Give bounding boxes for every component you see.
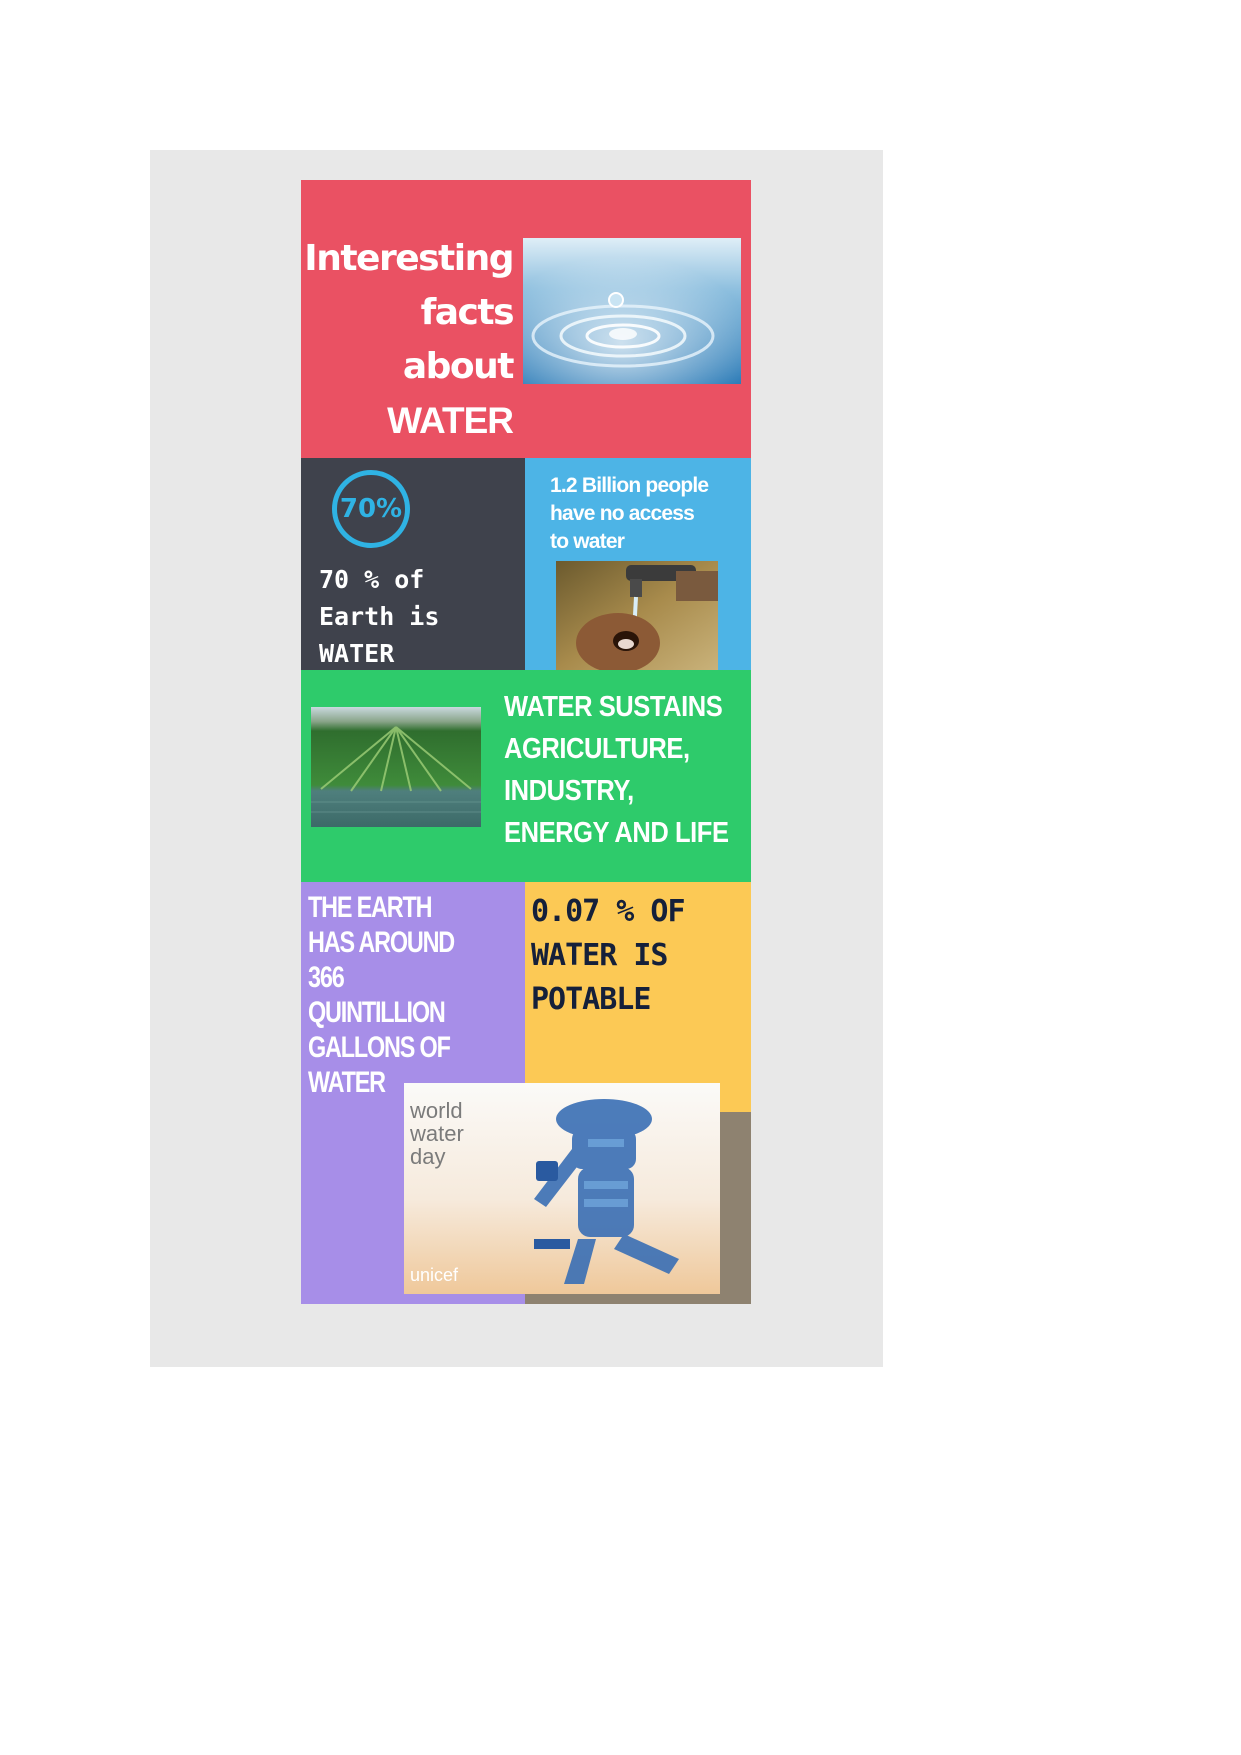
world-water-day-card: world water day unicef <box>404 1083 720 1294</box>
percent-line-1: 70 % of <box>319 565 425 594</box>
sustains-line-1: WATER SUSTAINS <box>504 691 723 723</box>
water-access-panel: 1.2 Billion people have no access to wat… <box>525 458 751 670</box>
access-line-2: have no access <box>550 502 695 525</box>
unicef-logo: unicef <box>410 1265 459 1285</box>
percent-line-2: Earth is <box>319 602 440 631</box>
access-line-3: to water <box>550 530 625 553</box>
title-panel: Interesting facts about WATER <box>301 180 751 458</box>
irrigated-field-image <box>311 707 481 827</box>
potable-panel: 0.07 % OF WATER IS POTABLE <box>525 882 751 1112</box>
page-title: Interesting facts about WATER <box>301 232 515 448</box>
gallons-line-3: 366 <box>308 961 345 994</box>
sustains-panel: WATER SUSTAINS AGRICULTURE, INDUSTRY, EN… <box>301 670 751 882</box>
wwd-line-2: water <box>410 1121 464 1146</box>
water-carrier-figure <box>534 1099 679 1284</box>
sustains-line-3: INDUSTRY, <box>504 775 634 807</box>
sustains-line-2: AGRICULTURE, <box>504 733 690 765</box>
potable-line-3: POTABLE <box>531 982 651 1017</box>
child-drinking-image <box>556 561 718 670</box>
wwd-line-1: world <box>410 1098 463 1123</box>
earth-water-percent-text: 70 % of Earth is WATER <box>319 561 439 670</box>
gallons-line-5: GALLONS OF <box>308 1031 451 1064</box>
earth-water-percent-panel: 70% 70 % of Earth is WATER <box>301 458 525 670</box>
gallons-line-4: QUINTILLION <box>308 996 446 1029</box>
title-line-1: Interesting <box>304 238 514 279</box>
access-line-1: 1.2 Billion people <box>550 474 709 497</box>
water-drop-image <box>523 238 741 384</box>
gallons-text: THE EARTH HAS AROUND 366 QUINTILLION GAL… <box>308 890 495 1100</box>
sustains-text: WATER SUSTAINS AGRICULTURE, INDUSTRY, EN… <box>504 686 751 854</box>
gallons-line-2: HAS AROUND <box>308 926 455 959</box>
potable-text: 0.07 % OF WATER IS POTABLE <box>531 890 686 1022</box>
potable-line-1: 0.07 % OF <box>531 894 686 929</box>
potable-line-2: WATER IS <box>531 938 668 973</box>
gallons-line-1: THE EARTH <box>308 891 433 924</box>
percent-badge: 70% <box>332 470 410 548</box>
sustains-line-4: ENERGY AND LIFE <box>504 817 729 849</box>
water-access-text: 1.2 Billion people have no access to wat… <box>550 472 709 556</box>
world-water-day-text: world water day <box>410 1099 464 1168</box>
percent-line-3: WATER <box>319 639 395 668</box>
wwd-line-3: day <box>410 1144 446 1169</box>
infographic-poster: Interesting facts about WATER 70% 70 % o… <box>301 180 751 1304</box>
title-line-3: WATER <box>387 400 514 441</box>
title-line-2: facts about <box>402 292 515 387</box>
